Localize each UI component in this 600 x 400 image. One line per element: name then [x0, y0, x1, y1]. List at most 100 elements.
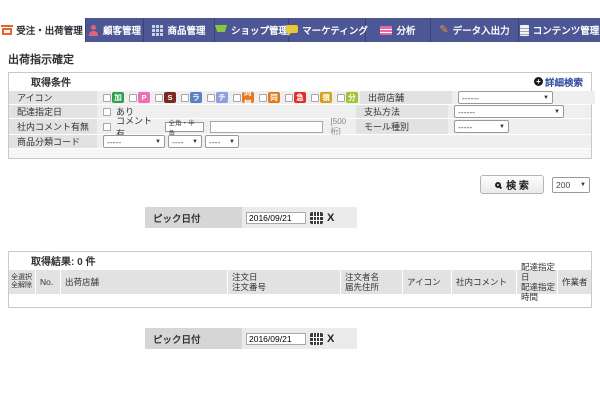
analysis-mail-icon — [380, 26, 392, 35]
customer-person-icon — [88, 25, 99, 36]
content-doc-icon — [520, 25, 529, 36]
store-label: 出荷店舗 — [360, 91, 452, 104]
pick-date-bar-top: ピック日付 X — [145, 207, 357, 228]
tab-customers[interactable]: 顧客管理 — [86, 18, 144, 42]
col-worker: 作業者 — [557, 270, 591, 294]
icon-checkbox[interactable] — [207, 94, 215, 102]
category-content: ----- ---- ---- — [97, 135, 591, 148]
payment-select-value: ------ — [458, 107, 475, 117]
icon-checkbox[interactable] — [129, 94, 137, 102]
category-select-3[interactable]: ---- — [205, 135, 239, 148]
tab-label: データ入出力 — [453, 23, 510, 37]
icon-checkbox[interactable] — [285, 94, 293, 102]
pick-date-input[interactable] — [246, 212, 306, 224]
deselect-all-label: 全解除 — [11, 282, 35, 290]
tab-order-shipping[interactable]: 受注・出荷管理 — [0, 18, 86, 42]
tab-label: 顧客管理 — [103, 23, 141, 37]
tab-label: マーケティング — [302, 23, 368, 37]
results-title: 取得結果: 0 件 — [9, 252, 591, 269]
category-label: 商品分類コード — [9, 135, 97, 148]
calendar-icon[interactable] — [310, 333, 323, 345]
icon-checkbox[interactable] — [337, 94, 345, 102]
mall-label: モール種別 — [356, 119, 448, 134]
comment-checkbox[interactable] — [103, 123, 111, 131]
col-icon: アイコン — [402, 270, 451, 294]
payment-content: ------ — [448, 105, 591, 118]
category-select-1[interactable]: ----- — [103, 135, 165, 148]
search-icon — [495, 182, 501, 188]
page-size-select[interactable]: 200 — [552, 177, 590, 193]
category-select-3-value: ---- — [209, 137, 220, 147]
col-delivery-date-time: 配達指定日配達指定時間 — [516, 270, 557, 294]
tab-analysis[interactable]: 分析 — [366, 18, 431, 42]
advanced-search-link[interactable]: 詳細検索 — [534, 75, 583, 89]
category-select-2[interactable]: ---- — [168, 135, 202, 148]
tab-data-io[interactable]: ✎ データ入出力 — [431, 18, 519, 42]
icon-filter-item: 加 — [103, 92, 124, 103]
results-panel: 取得結果: 0 件 全選択 全解除 No. 出荷店舗 注文日注文番号 注文者名届… — [8, 251, 592, 308]
pick-date-input[interactable] — [246, 333, 306, 345]
charset-tag: 全角・半角 — [165, 122, 203, 132]
payment-label: 支払方法 — [356, 105, 448, 118]
mall-select[interactable]: ----- — [454, 120, 509, 133]
delivery-date-checkbox[interactable] — [103, 108, 111, 116]
icon-row-content: 加 P S ラ チ 同梱 同 急 領 分 — [97, 91, 360, 104]
col-order-date-number: 注文日注文番号 — [227, 270, 340, 294]
category-select-2-value: ---- — [172, 137, 183, 147]
clear-date-button[interactable]: X — [327, 212, 334, 224]
tab-content[interactable]: コンテンツ管理 — [519, 18, 600, 42]
icon-checkbox[interactable] — [311, 94, 319, 102]
comment-input[interactable] — [210, 121, 323, 133]
tab-shop[interactable]: ショップ管理 — [215, 18, 289, 42]
product-grid-icon — [152, 25, 163, 36]
marketing-bubble-icon — [286, 25, 298, 33]
clear-date-button[interactable]: X — [327, 333, 334, 345]
comment-hint: [500桁] — [331, 117, 356, 137]
select-all-header[interactable]: 全選択 全解除 — [9, 270, 35, 294]
pick-date-content: X — [242, 328, 357, 349]
col-customer-address: 注文者名届先住所 — [340, 270, 402, 294]
filter-panel-title: 取得条件 — [31, 74, 71, 89]
page-size-value: 200 — [556, 180, 570, 190]
store-select[interactable]: ------ — [458, 91, 553, 104]
icon-checkbox[interactable] — [259, 94, 267, 102]
icon-badge: 同梱 — [242, 92, 254, 103]
mall-select-value: ----- — [458, 122, 472, 132]
data-io-pencil-icon: ✎ — [439, 25, 448, 36]
filter-row-category: 商品分類コード ----- ---- ---- — [9, 134, 591, 148]
mall-content: ----- — [448, 119, 591, 134]
tab-label: 分析 — [396, 23, 415, 37]
icon-filter-item: S — [155, 92, 176, 103]
icon-filter-item: 同梱 — [233, 92, 254, 103]
page-title: 出荷指示確定 — [8, 51, 600, 67]
icon-badge: 加 — [112, 92, 124, 103]
icon-badge: 分 — [346, 92, 358, 103]
icon-row-label: アイコン — [9, 91, 97, 104]
payment-select[interactable]: ------ — [454, 105, 564, 118]
icon-checkbox[interactable] — [103, 94, 111, 102]
comment-row-content: コメント有 全角・半角 [500桁] — [97, 119, 356, 134]
filter-panel: 取得条件 詳細検索 アイコン 加 P S ラ チ 同梱 同 急 領 分 出荷店舗… — [8, 72, 592, 159]
tab-products[interactable]: 商品管理 — [144, 18, 215, 42]
icon-checkbox[interactable] — [181, 94, 189, 102]
filter-panel-header: 取得条件 詳細検索 — [9, 73, 591, 90]
tab-marketing[interactable]: マーケティング — [289, 18, 366, 42]
icon-badge: P — [138, 92, 150, 103]
icon-filter-item: 急 — [285, 92, 306, 103]
top-navbar: 受注・出荷管理 顧客管理 商品管理 ショップ管理 マーケティング 分析 ✎ デー… — [0, 18, 600, 42]
icon-checkbox[interactable] — [233, 94, 241, 102]
delivery-date-label: 配達指定日 — [9, 105, 97, 118]
category-select-1-value: ----- — [107, 137, 121, 147]
icon-filter-item: 領 — [311, 92, 332, 103]
icon-badge: 同 — [268, 92, 280, 103]
pick-date-label: ピック日付 — [145, 328, 242, 349]
order-box-icon — [2, 28, 12, 35]
icon-filter-item: チ — [207, 92, 228, 103]
search-button[interactable]: 検 索 — [480, 175, 544, 194]
icon-checkbox[interactable] — [155, 94, 163, 102]
advanced-search-label: 詳細検索 — [545, 75, 583, 89]
calendar-icon[interactable] — [310, 212, 323, 224]
pick-date-bar-bottom: ピック日付 X — [145, 328, 357, 349]
shop-cart-icon — [215, 25, 227, 32]
filter-row-icons: アイコン 加 P S ラ チ 同梱 同 急 領 分 出荷店舗 ------ — [9, 90, 591, 104]
